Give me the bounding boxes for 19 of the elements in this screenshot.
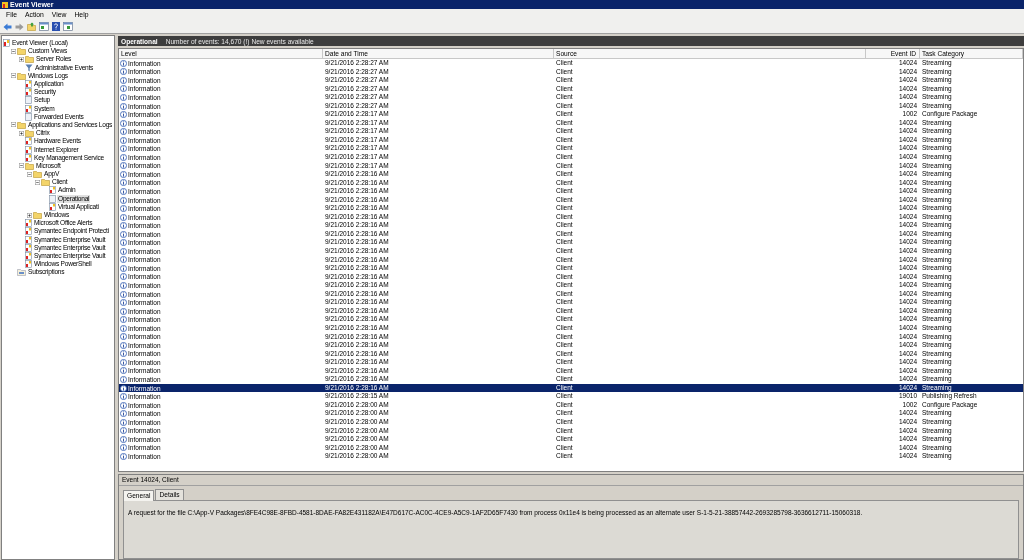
action-pane-icon[interactable] [63, 22, 73, 31]
filter-icon [25, 63, 33, 72]
help-icon[interactable] [52, 22, 60, 31]
folder-icon [33, 211, 42, 220]
expander-icon[interactable] [11, 122, 16, 128]
expander-icon[interactable] [27, 212, 32, 218]
app-icon [2, 1, 8, 8]
subscriptions-icon [17, 268, 26, 277]
tree-pane-icon[interactable] [39, 22, 49, 31]
expander-icon[interactable] [27, 171, 32, 177]
back-icon[interactable] [3, 22, 12, 31]
expander-icon[interactable] [19, 56, 24, 62]
folder-up-icon[interactable] [27, 22, 36, 31]
expander-icon[interactable] [11, 73, 16, 79]
expander-icon[interactable] [19, 163, 24, 169]
forward-icon[interactable] [15, 22, 24, 31]
expander-icon[interactable] [19, 130, 24, 136]
expander-icon[interactable] [35, 179, 40, 185]
expander-icon[interactable] [11, 48, 16, 54]
